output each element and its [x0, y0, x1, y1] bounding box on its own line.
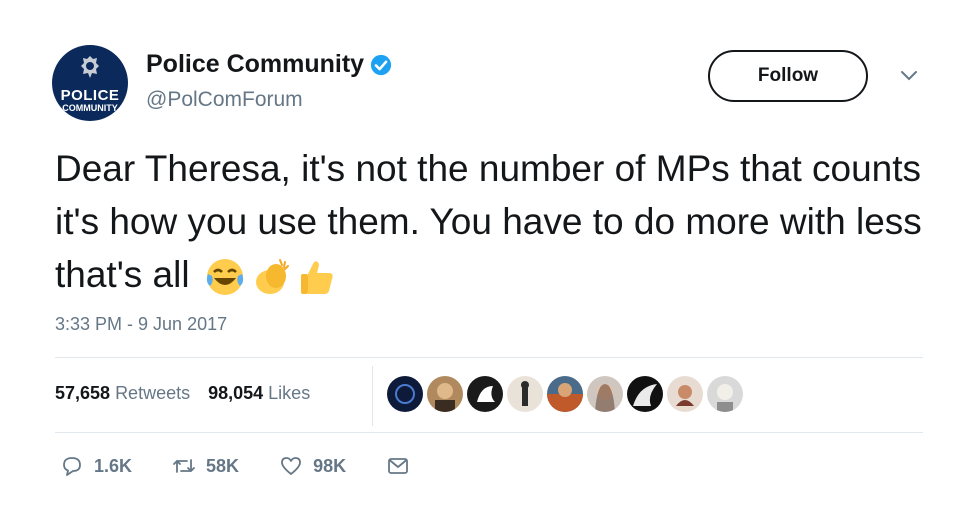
- retweet-count: 58K: [206, 455, 240, 476]
- thumbs-up-icon: [300, 261, 333, 295]
- liker-avatar-6-image: [595, 384, 615, 412]
- retweets-count[interactable]: 57,658: [55, 383, 110, 404]
- clapping-hands-icon: [255, 259, 289, 295]
- reply-icon: [63, 457, 81, 476]
- liker-avatar-1[interactable]: [387, 376, 423, 412]
- likes-count[interactable]: 98,054: [208, 383, 263, 404]
- tweet-text: Dear Theresa, it's not the number of MPs…: [55, 142, 935, 301]
- liker-avatars: [387, 376, 747, 412]
- tweet-text-content: Dear Theresa, it's not the number of MPs…: [55, 148, 922, 295]
- account-handle[interactable]: @PolComForum: [146, 88, 303, 112]
- retweet-action[interactable]: 58K: [172, 455, 239, 477]
- police-crest-icon: [81, 56, 99, 78]
- liker-avatar-2[interactable]: [427, 376, 463, 412]
- liker-avatar-8-image: [676, 385, 694, 406]
- envelope-icon: [388, 458, 408, 474]
- reply-count: 1.6K: [94, 455, 133, 476]
- avatar-text-community: COMMUNITY: [62, 103, 118, 113]
- liker-avatar-7-image: [633, 384, 657, 406]
- liker-avatar-7[interactable]: [627, 376, 663, 412]
- liker-avatar-2-image: [435, 383, 455, 412]
- liker-avatar-3-image: [477, 386, 495, 402]
- retweets-label[interactable]: Retweets: [115, 383, 190, 404]
- tweet-stats: 57,658 Retweets 98,054 Likes: [55, 383, 328, 404]
- liker-avatar-5-image: [547, 383, 583, 412]
- liker-avatar-5[interactable]: [547, 376, 583, 412]
- liker-avatar-9[interactable]: [707, 376, 743, 412]
- liker-avatar-4-image: [521, 381, 529, 406]
- like-count: 98K: [313, 455, 347, 476]
- chevron-down-icon[interactable]: [900, 70, 918, 82]
- avatar-text-police: POLICE: [60, 87, 120, 104]
- divider-top: [55, 357, 923, 358]
- divider-bottom: [55, 432, 923, 433]
- tweet-timestamp[interactable]: 3:33 PM - 9 Jun 2017: [55, 314, 227, 335]
- like-action[interactable]: 98K: [279, 455, 346, 477]
- avatar[interactable]: POLICE COMMUNITY: [52, 45, 128, 121]
- display-name[interactable]: Police Community: [146, 50, 364, 79]
- name-row: Police Community: [146, 50, 392, 79]
- likes-label[interactable]: Likes: [268, 383, 310, 404]
- heart-icon: [281, 457, 301, 475]
- liker-avatar-3[interactable]: [467, 376, 503, 412]
- reply-action[interactable]: 1.6K: [60, 455, 132, 477]
- stats-separator: [372, 366, 373, 426]
- follow-button[interactable]: Follow: [708, 50, 868, 102]
- tweet-actions: 1.6K 58K 98K: [60, 455, 450, 477]
- liker-avatar-9-image: [717, 384, 733, 412]
- liker-avatar-8[interactable]: [667, 376, 703, 412]
- liker-avatar-1-image: [395, 384, 415, 404]
- direct-message-action[interactable]: [386, 455, 410, 477]
- retweet-icon: [173, 459, 195, 473]
- face-with-tears-of-joy-icon: [206, 259, 243, 296]
- liker-avatar-6[interactable]: [587, 376, 623, 412]
- liker-avatar-4[interactable]: [507, 376, 543, 412]
- verified-badge-icon: [371, 54, 392, 75]
